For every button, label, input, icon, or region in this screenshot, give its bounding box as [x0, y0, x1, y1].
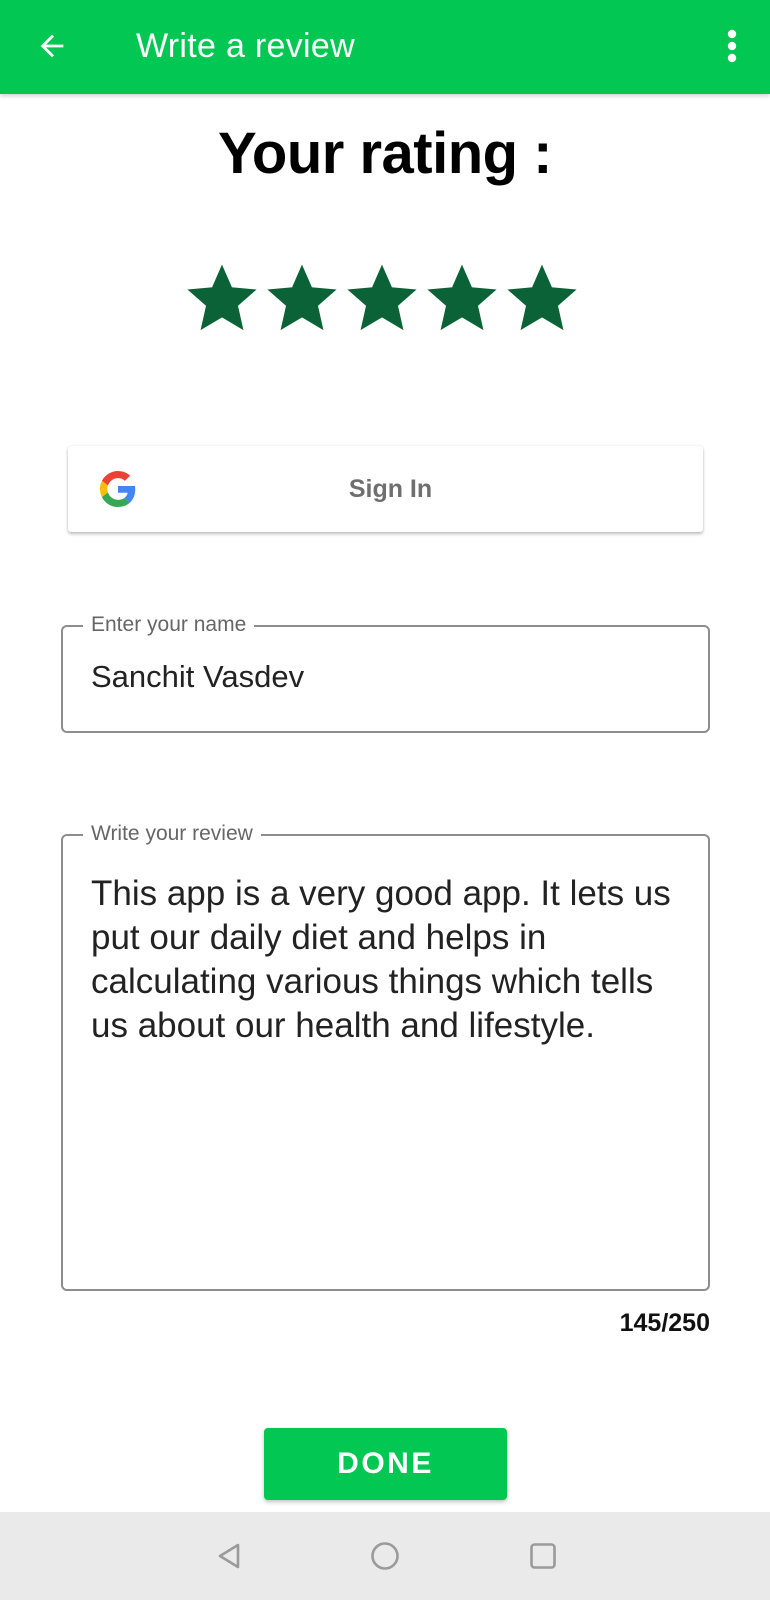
more-options-button[interactable] [712, 22, 752, 70]
system-home-button[interactable] [363, 1534, 407, 1578]
system-back-button[interactable] [207, 1534, 251, 1578]
nav-back-icon [218, 1543, 240, 1569]
review-char-counter: 145/250 [619, 1309, 710, 1337]
system-recents-button[interactable] [521, 1534, 565, 1578]
review-field-label: Write your review [83, 822, 261, 846]
name-field-value[interactable]: Sanchit Vasdev [91, 659, 304, 695]
app-bar: Write a review [0, 0, 770, 94]
more-vert-icon [727, 29, 737, 63]
review-screen: Write a review Your rating : Sign In Ent… [0, 0, 770, 1600]
review-field-value[interactable]: This app is a very good app. It lets us … [91, 872, 681, 1048]
name-field[interactable]: Enter your name Sanchit Vasdev [61, 613, 710, 733]
star-icon[interactable] [186, 262, 258, 334]
rating-stars [186, 262, 578, 334]
star-icon[interactable] [346, 262, 418, 334]
google-signin-button[interactable]: Sign In [68, 446, 703, 532]
system-nav-bar [0, 1512, 770, 1600]
star-icon[interactable] [266, 262, 338, 334]
rating-heading: Your rating : [218, 121, 552, 186]
back-button[interactable] [28, 22, 76, 70]
review-field[interactable]: Write your review This app is a very goo… [61, 822, 710, 1291]
app-bar-title: Write a review [136, 27, 355, 65]
name-field-label: Enter your name [83, 613, 255, 637]
arrow-left-icon [40, 34, 64, 58]
signin-label: Sign In [348, 475, 433, 503]
nav-home-icon [371, 1542, 399, 1570]
nav-recents-icon [530, 1543, 556, 1569]
star-icon[interactable] [506, 262, 578, 334]
done-button[interactable]: DONE [264, 1428, 507, 1500]
star-icon[interactable] [426, 262, 498, 334]
